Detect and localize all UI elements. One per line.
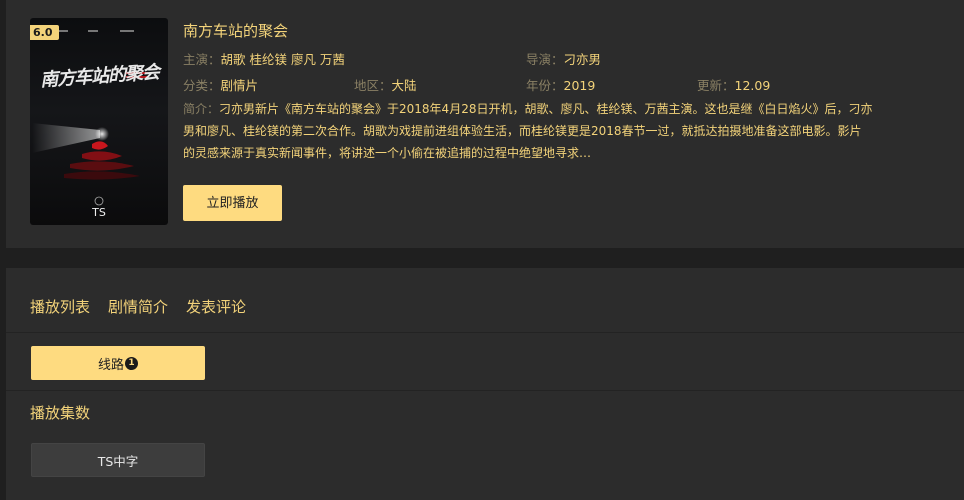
episode-button[interactable]: TS中字 (31, 443, 205, 477)
route-1-button[interactable]: 线路 1 (31, 346, 205, 380)
year-label: 年份： (526, 78, 564, 93)
director-row: 导演：刁亦男 (526, 49, 601, 68)
playlist-panel: 播放列表 剧情简介 发表评论 线路 1 播放集数 TS中字 (6, 268, 964, 500)
genre-row: 分类：剧情片 (183, 75, 258, 94)
year-row: 年份：2019 (526, 75, 595, 94)
poster-quality-label: TS (92, 206, 106, 219)
score-badge: 6.0 (30, 25, 59, 40)
update-row: 更新：12.09 (697, 75, 770, 94)
year-value[interactable]: 2019 (564, 78, 596, 93)
genre-label: 分类： (183, 78, 221, 93)
synopsis-label: 简介： (183, 102, 220, 116)
route-divider (6, 390, 964, 391)
tab-comments[interactable]: 发表评论 (186, 296, 246, 317)
poster-art (32, 30, 148, 206)
cast-value[interactable]: 胡歌 桂纶镁 廖凡 万茜 (221, 52, 345, 67)
update-value: 12.09 (734, 78, 771, 93)
route-label: 线路 (97, 357, 124, 373)
synopsis-text: 刁亦男新片《南方车站的聚会》于2018年4月28日开机，胡歌、廖凡、桂纶镁、万茜… (183, 102, 873, 160)
update-label: 更新： (697, 78, 735, 93)
genre-value[interactable]: 剧情片 (221, 78, 259, 93)
movie-info-panel: 6.0 南方车站的聚会 TS 南方车站的聚会 主演：胡歌 桂纶镁 廖凡 万茜 导… (6, 0, 964, 248)
movie-title[interactable]: 南方车站的聚会 (183, 20, 288, 41)
director-value[interactable]: 刁亦男 (564, 52, 602, 67)
region-label: 地区： (354, 78, 392, 93)
movie-poster[interactable]: 6.0 南方车站的聚会 TS (30, 18, 168, 225)
tab-bar: 播放列表 剧情简介 发表评论 (30, 296, 246, 317)
region-value[interactable]: 大陆 (392, 78, 417, 93)
synopsis: 简介：刁亦男新片《南方车站的聚会》于2018年4月28日开机，胡歌、廖凡、桂纶镁… (183, 98, 873, 164)
cast-row: 主演：胡歌 桂纶镁 廖凡 万茜 (183, 49, 345, 68)
tab-divider (6, 332, 964, 333)
play-now-button[interactable]: 立即播放 (183, 185, 282, 221)
episodes-heading: 播放集数 (30, 404, 91, 422)
route-number-badge: 1 (125, 356, 138, 370)
director-label: 导演： (526, 52, 564, 67)
tab-playlist[interactable]: 播放列表 (30, 296, 90, 317)
region-row: 地区：大陆 (354, 75, 417, 94)
cast-label: 主演： (183, 52, 221, 67)
tab-synopsis[interactable]: 剧情简介 (108, 296, 168, 317)
